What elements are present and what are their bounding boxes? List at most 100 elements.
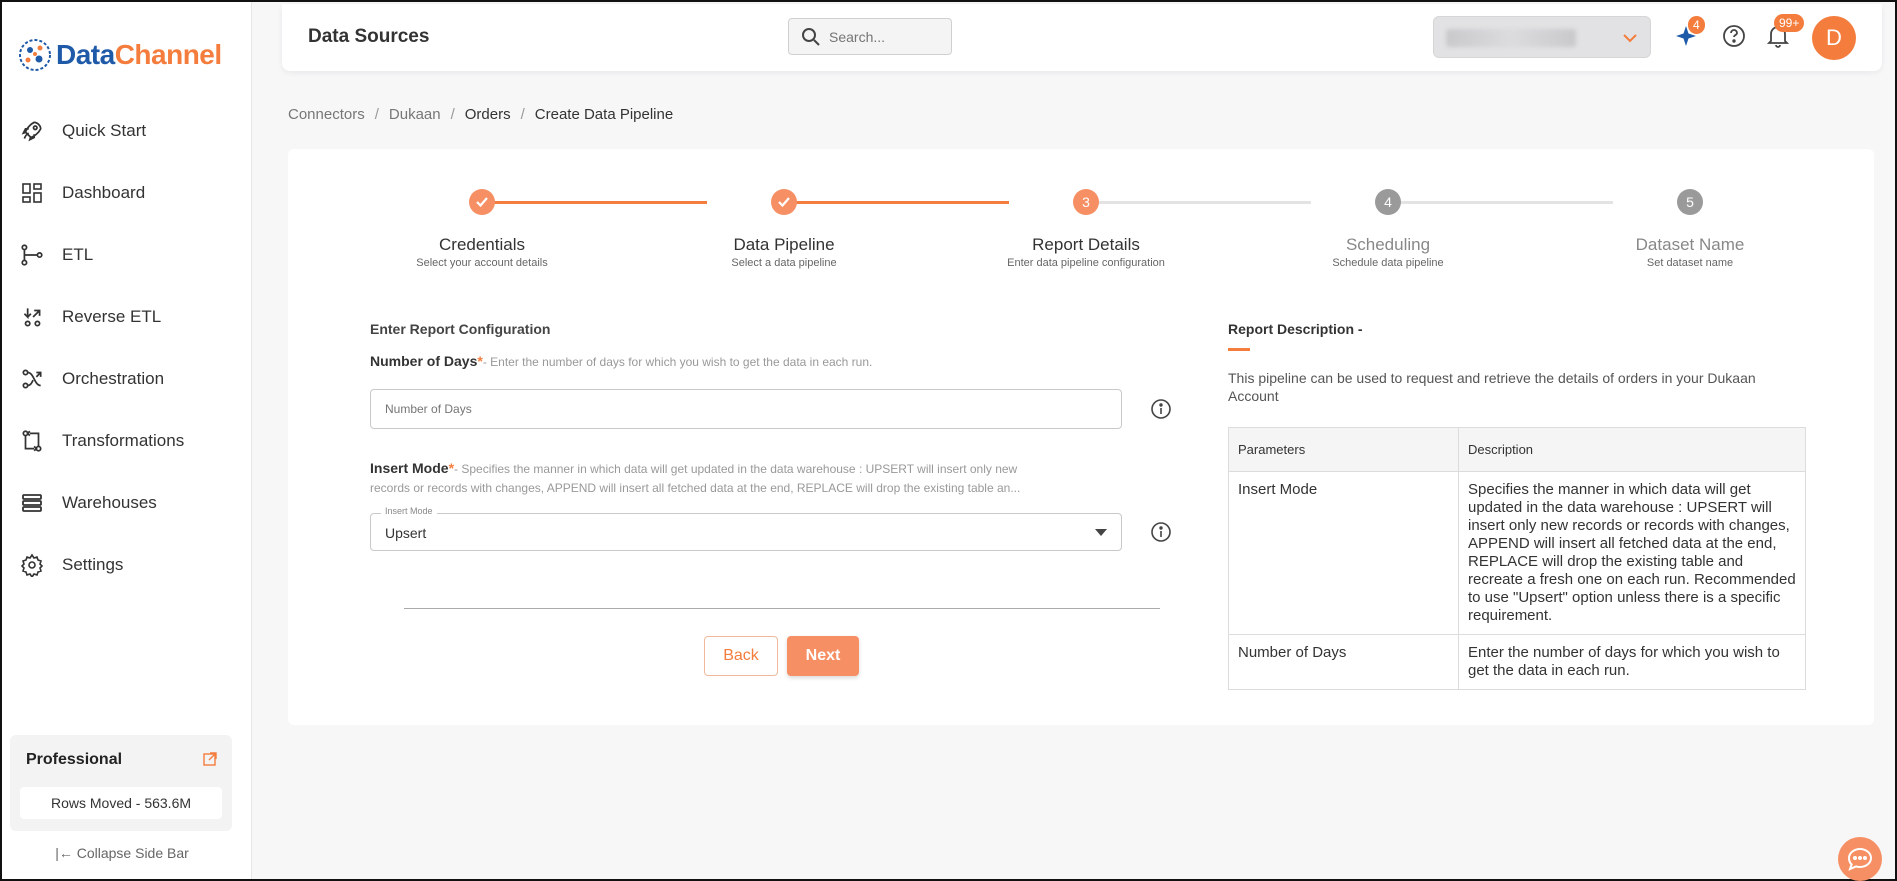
step-title: Dataset Name [1635,235,1745,254]
step-subtitle: Set dataset name [1646,257,1734,269]
transformations-icon [18,427,46,455]
report-description-title: Report Description - [1228,321,1363,337]
warehouses-icon [18,489,46,517]
search-box[interactable] [788,18,952,55]
insert-mode-field-label: Insert Mode*- Specifies the manner in wh… [370,460,1021,495]
account-select[interactable] [1433,16,1651,58]
sidebar-item-reverse-etl[interactable]: Reverse ETL [2,286,252,348]
chat-bubble-icon [1847,847,1873,871]
breadcrumb-item-current: Create Data Pipeline [534,106,674,123]
breadcrumb-item-connectors[interactable]: Connectors [288,106,365,123]
sidebar-nav: Quick Start Dashboard ETL Reverse ETL Or… [2,100,252,596]
breadcrumb-item-dukaan[interactable]: Dukaan [389,106,441,123]
chevron-down-icon [1623,34,1637,43]
parameters-table: Parameters Description Insert Mode Speci… [1228,427,1806,690]
days-input[interactable] [371,390,1121,428]
search-icon [802,27,820,46]
gear-icon [18,551,46,579]
ai-badge: 4 [1688,16,1705,34]
sidebar-item-label: Dashboard [62,183,146,202]
sidebar: DataChannel Quick Start Dashboard ETL Re… [2,2,252,879]
insert-mode-select[interactable]: Insert Mode Upsert [370,506,1122,551]
collapse-label: Collapse Side Bar [76,845,189,861]
logo-icon [19,39,51,71]
page-title: Data Sources [308,26,430,47]
notifications-button[interactable]: 99+ [1764,14,1805,50]
info-icon[interactable] [1150,521,1172,543]
sidebar-item-quick-start[interactable]: Quick Start [2,100,252,162]
column-header: Parameters [1228,427,1459,472]
step-subtitle: Enter data pipeline configuration [1007,257,1165,269]
caret-down-icon [1095,529,1107,536]
reverse-etl-icon [18,303,46,331]
back-button[interactable]: Back [704,636,778,676]
desc-cell: Enter the number of days for which you w… [1458,634,1806,690]
step-connector [1389,201,1613,204]
help-button[interactable] [1720,22,1748,50]
step-title: Data Pipeline [733,235,835,254]
step-subtitle: Select your account details [416,257,548,269]
sidebar-item-label: Transformations [62,431,185,450]
sidebar-item-label: Quick Start [62,121,147,140]
rows-moved-stat: Rows Moved - 563.6M [20,787,222,819]
breadcrumb-separator: / [450,106,455,123]
chat-button[interactable] [1838,837,1882,881]
orchestration-icon [18,365,46,393]
brand-logo[interactable]: DataChannel [18,35,222,75]
help-icon [1723,25,1745,47]
sidebar-item-warehouses[interactable]: Warehouses [2,472,252,534]
collapse-icon: |← [55,845,73,861]
report-description-text: This pipeline can be used to request and… [1228,370,1756,404]
step-title: Report Details [1032,235,1140,254]
insert-mode-legend: Insert Mode [381,506,437,516]
step-connector [483,201,707,204]
collapse-sidebar-button[interactable]: |← Collapse Side Bar [2,845,242,861]
etl-icon [18,241,46,269]
step-title: Credentials [439,235,525,254]
table-header-row: Parameters Description [1228,427,1806,472]
account-name-redacted [1446,29,1576,47]
breadcrumb-separator: / [520,106,525,123]
notifications-badge: 99+ [1774,14,1805,32]
next-button[interactable]: Next [787,636,859,676]
search-input[interactable] [829,28,939,45]
ai-sparkle-button[interactable]: 4 [1672,16,1705,50]
column-header: Description [1458,427,1806,472]
desc-cell: Specifies the manner in which data will … [1458,471,1806,635]
sidebar-item-transformations[interactable]: Transformations [2,410,252,472]
sidebar-item-label: Warehouses [62,493,157,512]
breadcrumb-item-orders[interactable]: Orders [465,106,511,123]
sidebar-item-dashboard[interactable]: Dashboard [2,162,252,224]
days-field[interactable] [370,389,1122,429]
external-link-icon[interactable] [202,751,218,767]
step-connector [1087,201,1311,204]
avatar[interactable]: D [1812,16,1856,60]
check-icon [778,197,790,208]
brand-name: DataChannel [56,39,222,70]
step-1-done[interactable] [469,189,495,215]
table-row: Insert Mode Specifies the manner in whic… [1228,471,1806,635]
sidebar-item-etl[interactable]: ETL [2,224,252,286]
sidebar-item-label: Reverse ETL [62,307,162,326]
breadcrumb: Connectors / Dukaan / Orders / Create Da… [288,106,673,123]
check-icon [476,197,488,208]
sidebar-item-label: Settings [62,555,124,574]
step-2-done[interactable] [771,189,797,215]
step-subtitle: Select a data pipeline [731,257,837,269]
sidebar-item-label: Orchestration [62,369,165,388]
sidebar-item-orchestration[interactable]: Orchestration [2,348,252,410]
step-3-active[interactable]: 3 [1073,189,1099,215]
info-icon[interactable] [1150,398,1172,420]
step-subtitle: Schedule data pipeline [1332,257,1444,269]
days-field-label: Number of Days*- Enter the number of day… [370,353,873,369]
step-5-pending: 5 [1677,189,1703,215]
dashboard-icon [18,179,46,207]
title-underline [1228,348,1250,351]
form-heading: Enter Report Configuration [370,321,551,337]
step-connector [785,201,1009,204]
sidebar-item-settings[interactable]: Settings [2,534,252,596]
pipeline-card: 3 4 5 Credentials Select your account de… [288,149,1874,725]
step-4-pending: 4 [1375,189,1401,215]
top-header: Data Sources 4 99+ D [282,4,1882,71]
form-divider [404,608,1160,609]
